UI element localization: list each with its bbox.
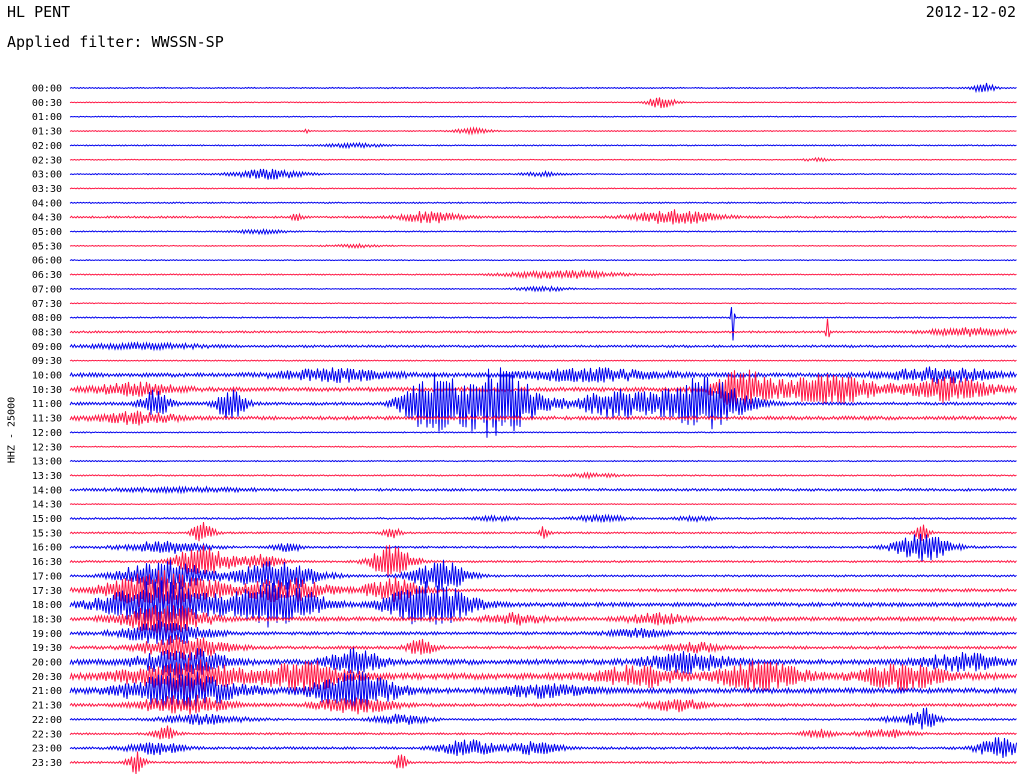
trace-row (69, 604, 1017, 634)
trace-row (69, 201, 1017, 205)
trace-row (69, 620, 1017, 645)
time-label: 10:00 (32, 371, 62, 382)
time-label: 02:30 (32, 155, 62, 166)
trace-row (69, 97, 1017, 109)
trace-row (69, 445, 1017, 448)
trace-row (69, 410, 1017, 426)
trace-row (69, 707, 1017, 730)
trace-row (69, 168, 1017, 180)
trace-row (69, 318, 1017, 338)
time-label: 21:30 (32, 701, 62, 712)
time-label: 01:00 (32, 112, 62, 123)
time-label: 00:30 (32, 98, 62, 109)
time-label: 11:00 (32, 399, 62, 410)
time-label: 02:00 (32, 141, 62, 152)
trace-row (69, 737, 1017, 759)
time-label: 09:00 (32, 342, 62, 353)
trace-row (69, 115, 1017, 118)
time-label: 09:30 (32, 356, 62, 367)
time-label: 22:00 (32, 715, 62, 726)
trace-row (69, 259, 1017, 262)
time-label: 11:30 (32, 414, 62, 425)
time-label: 04:30 (32, 213, 62, 224)
time-label: 20:00 (32, 658, 62, 669)
time-label: 13:00 (32, 457, 62, 468)
time-label: 19:00 (32, 629, 62, 640)
trace-row (69, 209, 1017, 225)
time-label: 05:30 (32, 241, 62, 252)
trace-row (69, 141, 1017, 150)
time-label: 08:00 (32, 313, 62, 324)
time-label: 22:30 (32, 729, 62, 740)
time-label: 16:00 (32, 543, 62, 554)
time-label: 01:30 (32, 127, 62, 138)
time-label: 13:30 (32, 471, 62, 482)
time-label: 14:30 (32, 500, 62, 511)
seismogram-plot: 00:00 00:30 01:00 01:30 02:00 02:30 03:00 03:30… (32, 82, 1017, 775)
time-label: 14:00 (32, 485, 62, 496)
time-label: 05:00 (32, 227, 62, 238)
time-label: 23:00 (32, 744, 62, 755)
trace-row (69, 521, 1017, 542)
time-label: 17:00 (32, 571, 62, 582)
trace-row (69, 82, 1017, 94)
time-label: 21:00 (32, 686, 62, 697)
trace-row (69, 187, 1017, 190)
time-label: 07:30 (32, 299, 62, 310)
time-label: 07:00 (32, 284, 62, 295)
time-label: 15:30 (32, 528, 62, 539)
time-label: 23:30 (32, 758, 62, 769)
trace-row (69, 227, 1017, 236)
time-label: 06:00 (32, 256, 62, 267)
time-label: 20:30 (32, 672, 62, 683)
time-label: 18:00 (32, 600, 62, 611)
time-label: 06:30 (32, 270, 62, 281)
trace-row (69, 751, 1017, 775)
time-label: 17:30 (32, 586, 62, 597)
time-label: 16:30 (32, 557, 62, 568)
trace-row (69, 242, 1017, 250)
trace-row (69, 359, 1017, 362)
time-label: 12:00 (32, 428, 62, 439)
trace-row (69, 285, 1017, 293)
trace-row (69, 307, 1017, 341)
trace-row (69, 302, 1017, 305)
time-label: 18:30 (32, 614, 62, 625)
trace-row (69, 340, 1017, 352)
time-label: 19:30 (32, 643, 62, 654)
time-label: 10:30 (32, 385, 62, 396)
time-label: 03:00 (32, 170, 62, 181)
trace-row (69, 471, 1017, 480)
time-label: 12:30 (32, 442, 62, 453)
time-label: 15:00 (32, 514, 62, 525)
trace-row (69, 431, 1017, 434)
trace-row (69, 156, 1017, 163)
time-label: 03:30 (32, 184, 62, 195)
trace-row (69, 366, 1017, 384)
time-label: 08:30 (32, 327, 62, 338)
time-label: 04:00 (32, 198, 62, 209)
trace-row (69, 269, 1017, 280)
time-label: 00:00 (32, 84, 62, 95)
trace-row (69, 485, 1017, 495)
trace-row (69, 694, 1017, 715)
trace-row (69, 513, 1017, 524)
trace-row (69, 459, 1017, 463)
trace-row (69, 725, 1017, 740)
trace-row (69, 503, 1017, 506)
trace-row (69, 126, 1017, 136)
